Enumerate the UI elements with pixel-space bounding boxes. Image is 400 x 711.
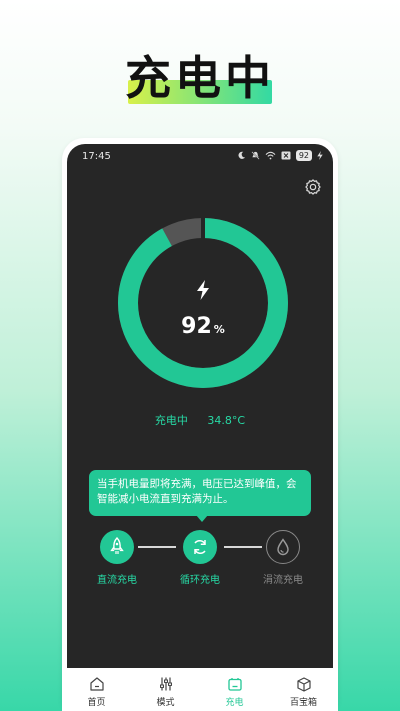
mode-direct-circle [100, 530, 134, 564]
mode-direct-charge[interactable]: 直流充电 [87, 530, 147, 586]
charge-modes: 直流充电 循环充电 涓流充电 [67, 530, 333, 590]
battery-ring-svg [118, 217, 288, 388]
sim-icon [281, 151, 291, 160]
charge-state: 充电中 [154, 414, 188, 427]
mode-cycle-charge[interactable]: 循环充电 [170, 530, 230, 586]
wifi-icon [265, 151, 276, 160]
battery-badge: 92 [295, 150, 312, 161]
status-icons: 92 [237, 150, 323, 161]
status-bar: 17:45 92 [67, 144, 333, 168]
ring-progress [118, 218, 288, 388]
tab-charge[interactable]: 充电 [200, 668, 269, 711]
battery-percent: 92% [116, 314, 290, 339]
tab-toolbox-label: 百宝箱 [289, 698, 317, 708]
box-icon [296, 677, 311, 692]
tip-bubble: 当手机电量即将充满，电压已达到峰值，会智能减小电流直到充满为止。 [89, 470, 311, 516]
gear-icon[interactable] [303, 177, 323, 197]
rocket-icon [110, 537, 124, 554]
battery-icon [227, 678, 242, 691]
tab-mode-label: 模式 [156, 698, 175, 708]
bottom-tab-bar: 首页 模式 充电 百宝箱 [62, 668, 338, 711]
hero-title: 充电中 [125, 51, 275, 105]
battery-percent-value: 92 [181, 314, 212, 339]
moon-icon [238, 151, 245, 159]
mode-trickle-charge[interactable]: 涓流充电 [253, 530, 313, 586]
tab-mode[interactable]: 模式 [131, 668, 200, 711]
mode-trickle-label: 涓流充电 [263, 575, 303, 586]
tip-arrow [196, 515, 208, 522]
home-icon [89, 677, 104, 691]
mode-direct-label: 直流充电 [97, 575, 137, 586]
app-screen: 17:45 92 92 % 充电中 34.8°C 当手机电量即将充满，电压已达到… [67, 144, 333, 674]
tab-toolbox[interactable]: 百宝箱 [269, 668, 338, 711]
tab-home-label: 首页 [87, 698, 106, 708]
tab-charge-label: 充电 [225, 698, 244, 708]
battery-ring: 92% [116, 216, 290, 390]
cycle-icon [194, 540, 206, 554]
mode-trickle-circle [266, 530, 300, 564]
charging-bolt-small-icon [317, 151, 323, 160]
charge-temperature: 34.8°C [207, 414, 246, 427]
drop-icon [277, 538, 289, 556]
sliders-icon [159, 677, 172, 691]
hero-banner: 充电中 [0, 42, 400, 112]
mode-cycle-circle [183, 530, 217, 564]
status-time: 17:45 [82, 151, 111, 162]
lightning-bolt-icon [197, 280, 209, 300]
tab-home[interactable]: 首页 [62, 668, 131, 711]
mode-cycle-label: 循环充电 [180, 575, 220, 586]
mute-bell-icon [251, 151, 260, 160]
charge-info: 充电中 34.8°C [67, 412, 333, 428]
phone-mockup: 17:45 92 92 % 充电中 34.8°C 当手机电量即将充满，电压已达到… [62, 138, 338, 711]
battery-percent-unit: % [213, 323, 225, 336]
